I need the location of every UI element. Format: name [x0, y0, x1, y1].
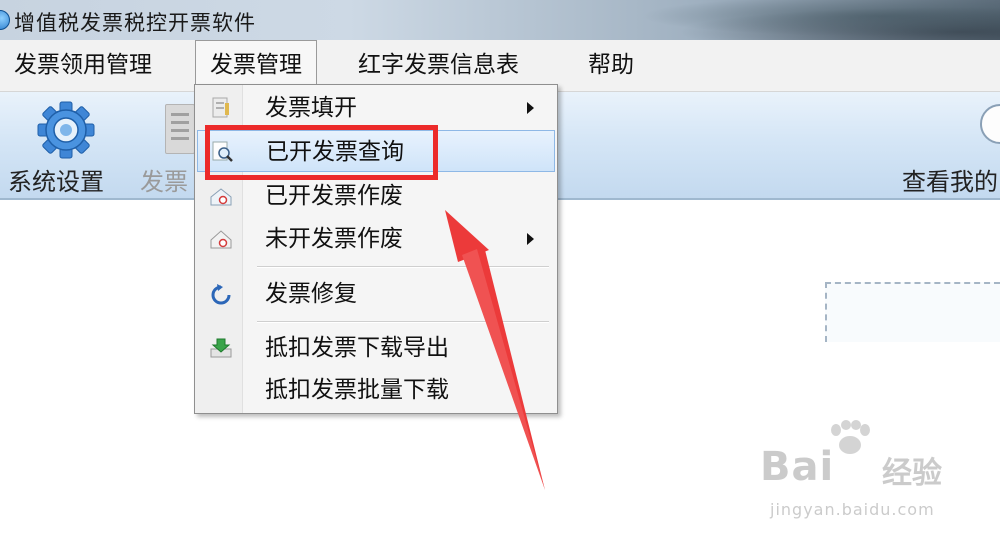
invoice-fill-icon	[212, 97, 229, 118]
download-export-icon	[210, 338, 232, 358]
annotation-highlight-box	[205, 125, 438, 180]
menu-item-deduction-download-export[interactable]: 抵扣发票下载导出	[197, 327, 555, 369]
menu-item-label: 未开发票作废	[265, 226, 403, 252]
paw-logo-icon	[831, 420, 870, 454]
menu-separator	[257, 266, 549, 268]
menu-item-void-issued-invoice[interactable]: 已开发票作废	[197, 175, 555, 217]
invoice-tool-label: 发票	[140, 168, 188, 196]
menu-item-label: 发票填开	[265, 95, 357, 121]
submenu-arrow-icon	[527, 102, 534, 114]
menu-red-invoice-info-sheet[interactable]: 红字发票信息表	[344, 40, 533, 90]
menu-item-invoice-fill[interactable]: 发票填开	[197, 87, 555, 129]
menu-help[interactable]: 帮助	[574, 40, 648, 90]
menu-item-label: 抵扣发票批量下载	[265, 377, 449, 403]
app-window: 增值税发票税控开票软件 发票领用管理 发票管理 红字发票信息表 帮助 系统设置 …	[0, 0, 1000, 535]
void-unissued-icon	[210, 230, 232, 249]
void-issued-icon	[210, 188, 232, 206]
right-panel-frame	[825, 282, 1000, 342]
submenu-arrow-icon	[527, 233, 534, 245]
watermark-brand: Bai	[760, 444, 835, 490]
app-icon	[0, 10, 10, 30]
watermark-brand-cn: 经验	[882, 456, 942, 491]
menu-item-void-unissued-invoice[interactable]: 未开发票作废	[197, 218, 555, 260]
watermark-url: jingyan.baidu.com	[770, 500, 935, 519]
menu-invoice-management[interactable]: 发票管理	[195, 40, 317, 90]
menu-item-deduction-batch-download[interactable]: 抵扣发票批量下载	[197, 369, 555, 411]
menu-item-invoice-repair[interactable]: 发票修复	[197, 273, 555, 315]
menu-item-label: 抵扣发票下载导出	[265, 335, 449, 361]
menu-item-label: 已开发票作废	[265, 183, 403, 209]
profile-icon	[980, 104, 1000, 144]
menu-invoice-receipt-management[interactable]: 发票领用管理	[0, 40, 166, 90]
menu-separator	[257, 321, 549, 323]
title-bar: 增值税发票税控开票软件	[0, 0, 1000, 40]
view-mine-label: 查看我的	[902, 168, 998, 196]
gear-icon	[37, 101, 95, 159]
repair-icon	[211, 284, 231, 305]
window-title: 增值税发票税控开票软件	[14, 11, 256, 35]
system-settings-label: 系统设置	[8, 168, 104, 196]
menu-item-label: 发票修复	[265, 281, 357, 307]
invoice-doc-icon	[165, 104, 195, 154]
baidu-watermark: Bai 经验 jingyan.baidu.com	[760, 420, 1000, 530]
